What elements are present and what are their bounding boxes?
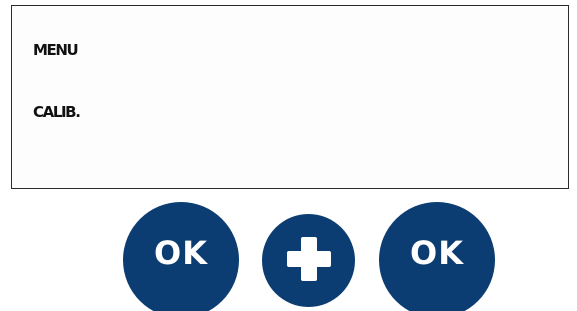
ok-button-left-label: OK <box>154 234 208 272</box>
lcd-display: MENU CALIB. <box>11 5 569 189</box>
display-line-calib: CALIB. <box>33 103 81 121</box>
ok-button-right[interactable]: OK <box>379 202 495 311</box>
plus-button[interactable] <box>262 214 355 307</box>
plus-icon <box>286 236 331 281</box>
ok-button-right-label: OK <box>410 234 464 272</box>
ok-button-left[interactable]: OK <box>123 202 239 311</box>
device-panel: MENU CALIB. OK OK <box>0 0 577 311</box>
display-line-menu: MENU <box>33 41 79 59</box>
